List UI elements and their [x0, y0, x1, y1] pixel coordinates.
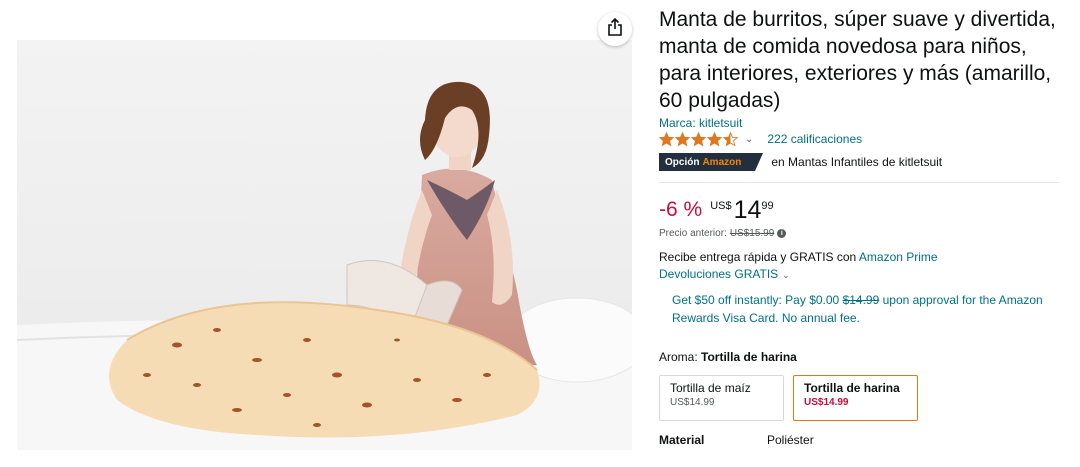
- previous-price-value: US$15.99: [729, 228, 775, 239]
- spec-key: Material: [659, 433, 705, 447]
- product-photo: [17, 40, 632, 450]
- star-icon: [707, 131, 722, 146]
- aroma-option-harina[interactable]: Tortilla de harina US$14.99: [793, 375, 918, 421]
- price-row: -6 % US$ 14 99: [659, 197, 1063, 225]
- promo-text-before: Get $50 off instantly: Pay $0.00: [672, 293, 843, 307]
- free-returns-link[interactable]: Devoluciones GRATIS ⌄: [659, 266, 1063, 283]
- star-icon: [675, 131, 690, 146]
- delivery-info: Recibe entrega rápida y GRATIS con Amazo…: [659, 249, 1063, 266]
- choice-badge-brand: Amazon: [702, 156, 742, 168]
- chevron-down-icon: ⌄: [782, 270, 790, 280]
- free-returns-label: Devoluciones GRATIS: [659, 267, 779, 281]
- star-icon: [659, 131, 674, 146]
- aroma-selected-value: Tortilla de harina: [701, 350, 797, 364]
- delivery-text: Recibe entrega rápida y GRATIS con: [659, 250, 859, 264]
- promo-struck-price: $14.99: [842, 293, 880, 307]
- aroma-option-price: US$14.99: [804, 397, 849, 408]
- product-details: Manta de burritos, súper suave y diverti…: [659, 6, 1063, 447]
- info-icon[interactable]: i: [777, 229, 787, 238]
- star-icon: [691, 131, 706, 146]
- star-icon: [723, 131, 738, 146]
- aroma-option-name: Tortilla de harina: [804, 381, 900, 395]
- star-rating[interactable]: [659, 131, 739, 147]
- share-button[interactable]: [598, 12, 632, 46]
- aroma-label: Aroma:: [659, 350, 698, 364]
- amazon-choice-row: Opción Amazon en Mantas Infantiles de ki…: [659, 153, 1063, 171]
- brand-link[interactable]: Marca: kitletsuit: [659, 116, 1063, 130]
- credit-card-promo[interactable]: Get $50 off instantly: Pay $0.00 $14.99 …: [659, 291, 1059, 327]
- previous-price-label: Precio anterior:: [659, 228, 727, 239]
- choice-category-text: en Mantas Infantiles de kitletsuit: [771, 155, 943, 169]
- divider: [659, 182, 1059, 183]
- amazon-prime-link[interactable]: Amazon Prime: [859, 250, 938, 264]
- previous-price: Precio anterior: US$15.99 i: [659, 228, 1063, 239]
- aroma-option-name: Tortilla de maíz: [670, 381, 751, 395]
- aroma-option-maiz[interactable]: Tortilla de maíz US$14.99: [659, 375, 784, 421]
- current-price: US$ 14 99: [710, 197, 773, 223]
- aroma-swatches: Tortilla de maíz US$14.99 Tortilla de ha…: [659, 375, 1063, 421]
- spec-value: Poliéster: [767, 433, 814, 447]
- share-icon: [607, 17, 623, 41]
- choice-badge-label: Opción: [665, 156, 700, 168]
- price-whole: 14: [733, 196, 762, 224]
- aroma-selector-label: Aroma: Tortilla de harina: [659, 349, 1063, 365]
- price-fraction: 99: [761, 200, 774, 212]
- ratings-count-link[interactable]: 222 calificaciones: [767, 132, 862, 146]
- rating-row: ⌄ 222 calificaciones: [659, 131, 1063, 147]
- product-image-panel: [0, 0, 650, 467]
- aroma-option-price: US$14.99: [670, 397, 715, 408]
- spec-row-material: Material Poliéster: [659, 433, 1063, 447]
- chevron-down-icon[interactable]: ⌄: [745, 134, 753, 145]
- product-main-image[interactable]: [17, 40, 632, 450]
- amazon-choice-badge: Opción Amazon: [659, 153, 764, 171]
- product-title: Manta de burritos, súper suave y diverti…: [659, 8, 1056, 112]
- price-currency: US$: [710, 200, 732, 212]
- discount-percentage: -6 %: [659, 198, 703, 221]
